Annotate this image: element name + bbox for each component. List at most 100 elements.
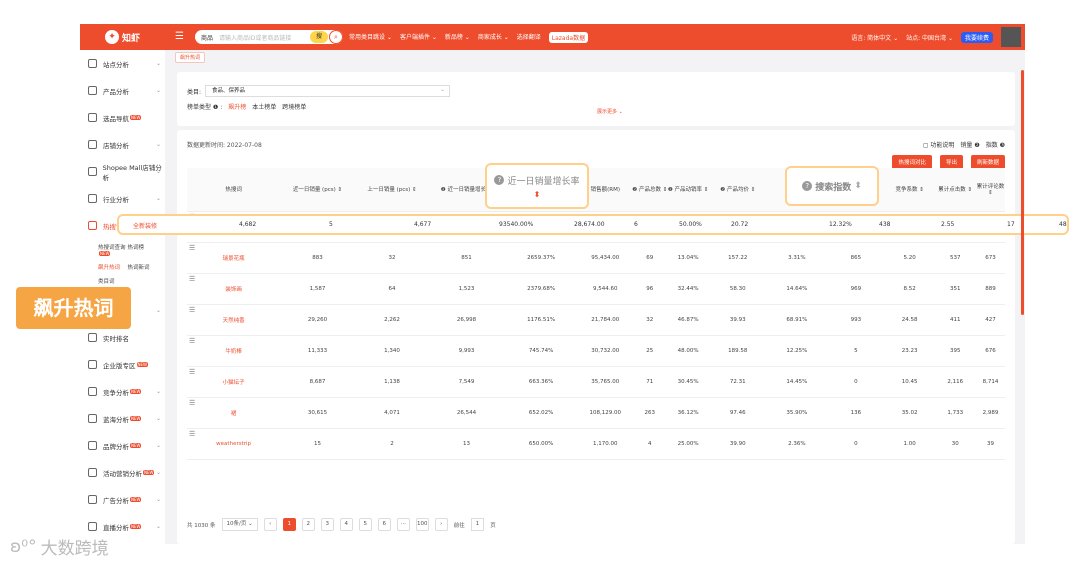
submenu-new-words[interactable]: 热词新词 (128, 263, 158, 271)
sidebar-item-campaign[interactable]: 活动营销分析 NEW ⌄ (80, 459, 165, 486)
column-header[interactable]: 累计评论数 ⇕ (975, 168, 1005, 212)
top-link-plugin[interactable]: 客户端插件 ⌄ (400, 32, 437, 43)
sidebar-item-brand[interactable]: 品牌分析 NEW ⌄ (80, 432, 165, 459)
sidebar-item-ads[interactable]: 广告分析 NEW ⌄ (80, 486, 165, 513)
sales-toggle[interactable]: 销量 ❷ (960, 140, 979, 149)
avatar[interactable] (1001, 27, 1021, 47)
sidebar-item-mall-analysis[interactable]: Shopee Mall店铺分析 ⌄ (80, 158, 165, 185)
site-select[interactable]: 站点: 中国台湾 ⌄ (906, 33, 953, 42)
keyword-link[interactable]: ☰ 瑞景花瓶 (187, 242, 281, 274)
table-row[interactable]: ☰ 裙 30,615 4,071 26,544 652.02% 108,129.00 263 3… (187, 397, 1005, 429)
drag-handle-icon[interactable]: ☰ (189, 306, 195, 314)
table-cell: 69 (632, 242, 668, 274)
sidebar-item-enterprise[interactable]: 企业版专区 NEW (80, 351, 165, 378)
keyword-link[interactable]: ☰ weatherstrip (187, 428, 281, 460)
pagination: 共 1030 条 10条/页 ⌄ ‹ 1 2 3 4 5 6 ··· 100 › 前往 1 页 (187, 518, 496, 531)
logo[interactable]: ✦ 知虾 (80, 24, 165, 50)
column-header[interactable]: ❷ 产品动销率 ⇕ (667, 168, 709, 212)
language-select[interactable]: 语言: 简体中文 ⌄ (851, 33, 898, 42)
keyword-link[interactable]: ☰ 牛奶棒 (187, 335, 281, 367)
drag-handle-icon[interactable]: ☰ (189, 244, 195, 252)
page-size-select[interactable]: 10条/页 ⌄ (221, 518, 258, 531)
feature-description-link[interactable]: ▢ 功能说明 (923, 140, 955, 149)
logo-icon: ✦ (104, 30, 119, 44)
table-cell: 35.02 (884, 397, 935, 429)
renew-button[interactable]: 我要续费 (960, 31, 993, 43)
lazada-badge[interactable]: Lazada数据 (548, 31, 589, 43)
new-badge: NEW (130, 416, 142, 421)
submenu-hot-search[interactable]: 热搜词查询NEW (98, 243, 128, 257)
category-select[interactable]: 食品、保养品 (205, 85, 451, 97)
sidebar-item-product-analysis[interactable]: 产品分析 ⌄ (80, 77, 165, 104)
menu-icon[interactable]: ☰ (175, 32, 187, 42)
page-button[interactable]: 6 (377, 518, 391, 531)
type-option-rising[interactable]: 飙升榜 (228, 102, 246, 111)
sidebar-item-shop-analysis[interactable]: 店铺分析 ⌄ (80, 131, 165, 158)
table-row[interactable]: ☰ weatherstrip 15 2 13 650.00% 1,170.00 4 25.00%… (187, 428, 1005, 460)
sort-icon[interactable]: ⬍ (534, 190, 541, 199)
page-button[interactable]: 5 (358, 518, 372, 531)
sidebar-item-industry-analysis[interactable]: 行业分析 ⌄ (80, 185, 165, 212)
breadcrumb[interactable]: 飙升热词 (175, 52, 206, 63)
column-header[interactable]: ❷ 产品均价 ⇕ (708, 168, 767, 212)
page-button[interactable]: ‹ (263, 518, 277, 531)
drag-handle-icon[interactable]: ☰ (189, 430, 195, 438)
column-header[interactable]: ❷ 产品总数 ⇕ (632, 168, 668, 212)
table-row[interactable]: ☰ 天然纯香 29,260 2,262 26,998 1176.51% 21,784.00 3… (187, 304, 1005, 336)
page-button[interactable]: 4 (339, 518, 353, 531)
table-row[interactable]: ☰ 装饰画 1,587 64 1,523 2379.68% 9,544.60 96 32.44%… (187, 273, 1005, 305)
keyword-link[interactable]: ☰ 天然纯香 (187, 304, 281, 336)
search-mode-button[interactable]: 搜 (310, 31, 328, 43)
page-scrollbar[interactable] (1021, 70, 1024, 315)
keyword-link[interactable]: ☰ 装饰画 (187, 273, 281, 305)
drag-handle-icon[interactable]: ☰ (189, 275, 195, 283)
highlight-keyword[interactable]: 全新装修 (133, 221, 157, 230)
page-button[interactable]: 3 (320, 518, 334, 531)
top-link-growth[interactable]: 商家成长 ⌄ (478, 32, 509, 43)
search-category[interactable]: 商品 (201, 33, 213, 42)
page-button[interactable]: ··· (396, 518, 410, 531)
search-box[interactable]: 商品 请输入商品ID或者商品链接 搜 ⌕ (195, 30, 343, 44)
drag-handle-icon[interactable]: ☰ (189, 399, 195, 407)
page-button[interactable]: 100 (415, 518, 429, 531)
goto-input[interactable]: 1 (470, 518, 485, 531)
table-row[interactable]: ☰ 瑞景花瓶 883 32 851 2659.37% 95,434.00 69 13.04% 15… (187, 242, 1005, 274)
type-option-crossborder[interactable]: 跨境榜单 (282, 102, 306, 111)
submenu-rising[interactable]: 飙升热词 (98, 263, 128, 271)
keyword-link[interactable]: ☰ 裙 (187, 397, 281, 429)
column-header[interactable]: 热搜词 (187, 168, 281, 212)
drag-handle-icon[interactable]: ☰ (189, 368, 195, 376)
table-row[interactable]: ☰ 牛奶棒 11,333 1,340 9,993 745.74% 30,732.00 25 48… (187, 335, 1005, 367)
sidebar-item-blue-ocean[interactable]: 蓝海分析 NEW ⌄ (80, 405, 165, 432)
index-toggle[interactable]: 指数 ❸ (986, 140, 1005, 149)
show-more-link[interactable]: 展示更多 ⌄ (597, 108, 623, 115)
refresh-button[interactable]: 刷新数据 (970, 155, 1005, 169)
keyword-table: 热搜词 近一日销量 (pcs) ⇕ 上一日销量 (pcs) ⇕ ❷ 近一日销量增长 ⇕… (187, 168, 1005, 460)
column-header[interactable]: 近一日销量 (pcs) ⇕ (280, 168, 355, 212)
page-button[interactable]: 2 (301, 518, 315, 531)
column-header[interactable]: 上一日销量 (pcs) ⇕ (354, 168, 430, 212)
sort-icon[interactable]: ⬍ (854, 181, 862, 191)
top-link-translate[interactable]: 选择翻译 (517, 32, 541, 43)
table-cell: 58.30 (708, 273, 767, 305)
submenu-hot-list[interactable]: 热词榜 (128, 243, 158, 257)
table-row[interactable]: ☰ 小猫坛子 8,687 1,138 7,549 663.36% 35,765.00 71 30… (187, 366, 1005, 398)
export-button[interactable]: 导出 (939, 155, 963, 169)
compare-button[interactable]: 热搜词对比 (892, 155, 932, 169)
type-option-local[interactable]: 本土榜单 (252, 102, 276, 111)
sidebar-item-competition[interactable]: 竞争分析 NEW ⌄ (80, 378, 165, 405)
submenu-category-words[interactable]: 类目词 (98, 277, 128, 285)
page-button[interactable]: › (434, 518, 448, 531)
page-button[interactable]: 1 (282, 518, 296, 531)
column-header[interactable]: 竞争系数 ⇕ (884, 168, 935, 212)
search-icon[interactable]: ⌕ (329, 30, 343, 44)
search-input[interactable]: 请输入商品ID或者商品链接 (219, 33, 310, 42)
drag-handle-icon[interactable]: ☰ (189, 337, 195, 345)
keyword-link[interactable]: ☰ 小猫坛子 (187, 366, 281, 398)
sidebar-item-site-analysis[interactable]: 站点分析 ⌄ (80, 50, 165, 77)
sidebar-item-selection-nav[interactable]: 选品导航 NEW (80, 104, 165, 131)
top-link-category[interactable]: 常用类目跳设 ⌄ (349, 32, 392, 43)
column-header[interactable]: 累计点击数 ⇕ (934, 168, 976, 212)
top-link-new-products[interactable]: 新品榜 ⌄ (445, 32, 470, 43)
table-cell: 189.58 (708, 335, 767, 367)
